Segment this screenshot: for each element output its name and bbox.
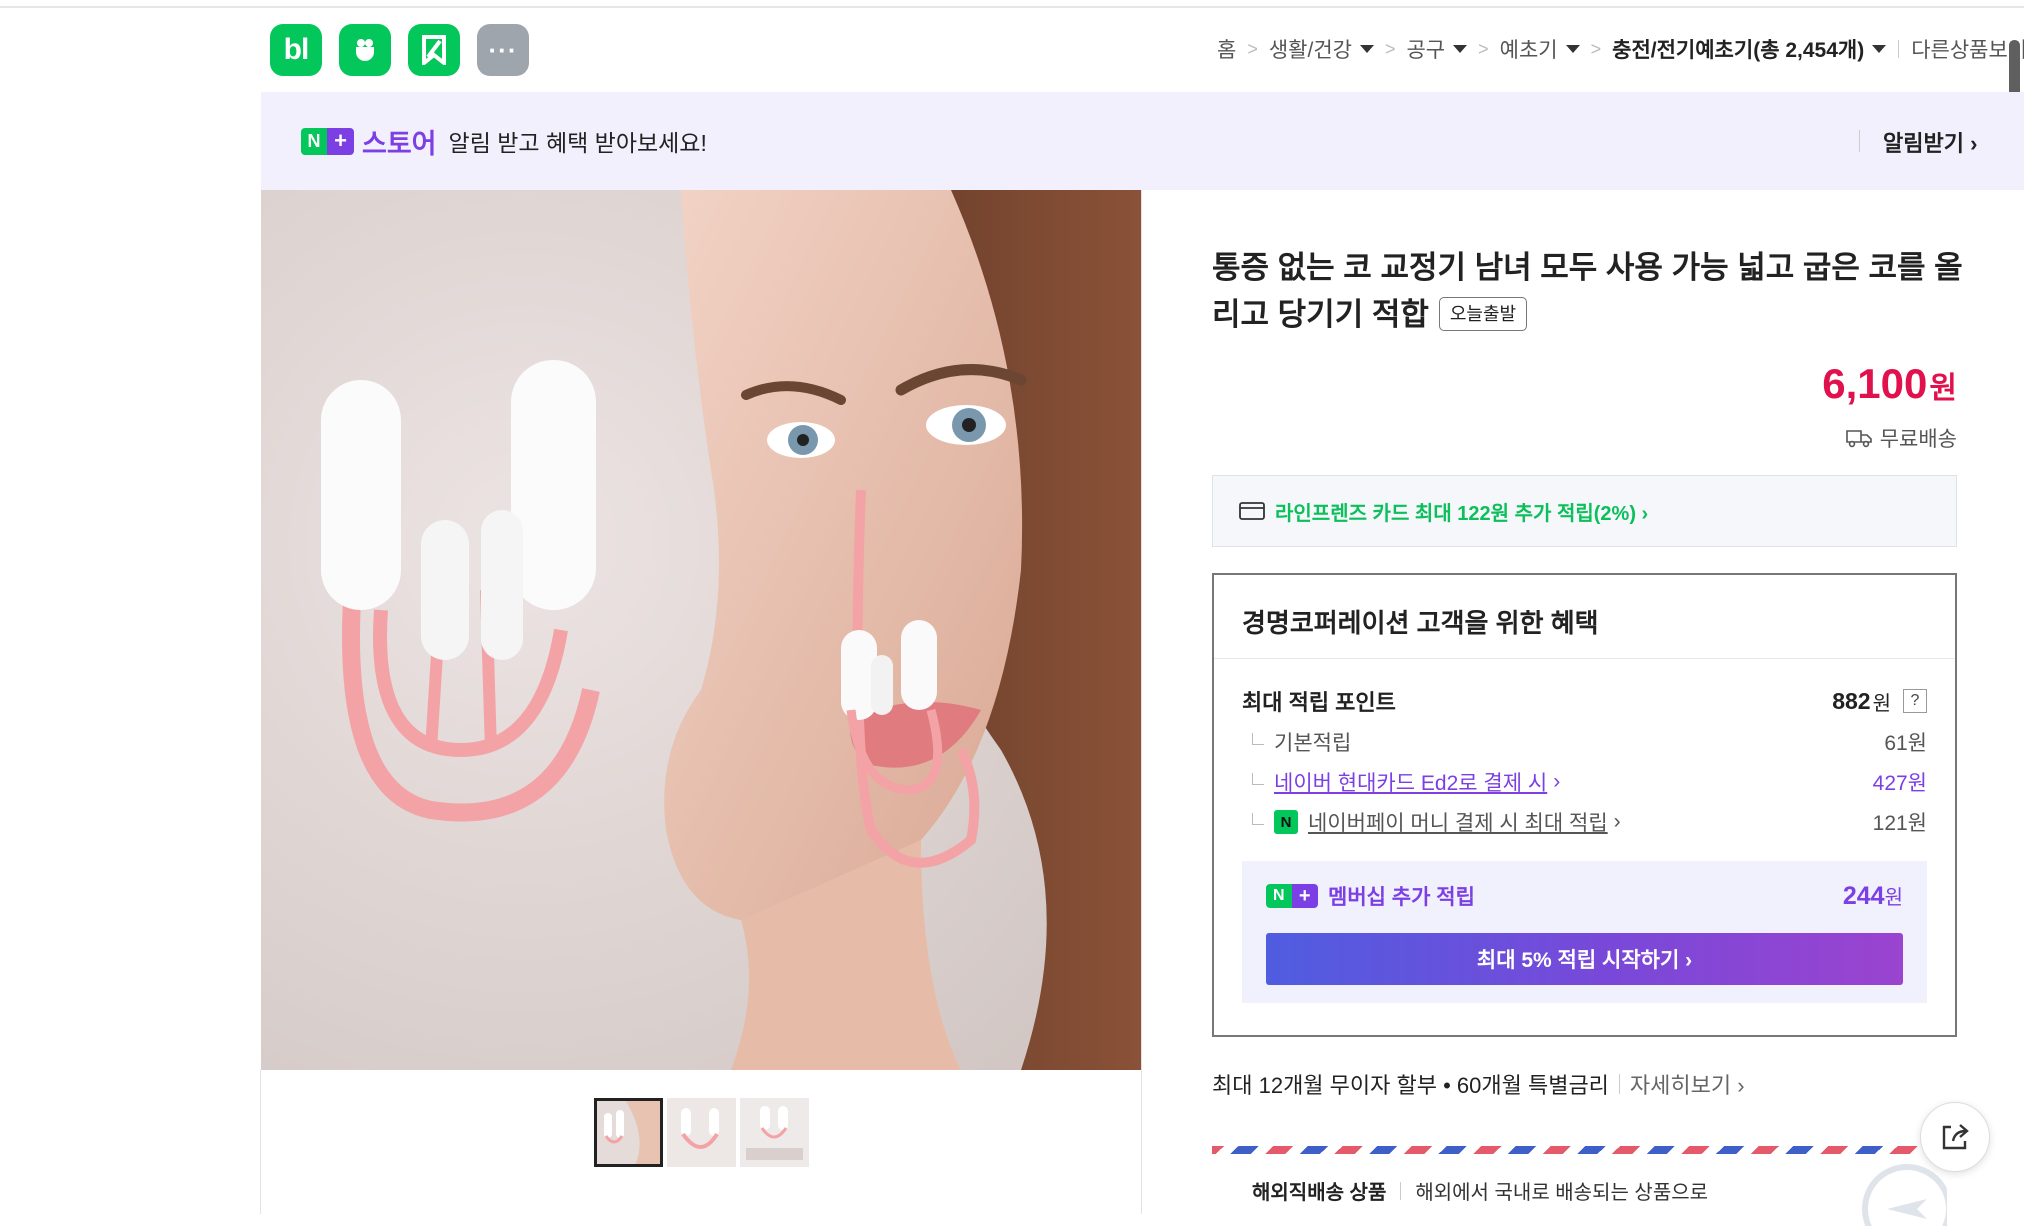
breadcrumb-divider — [1898, 40, 1900, 58]
caret-down-icon[interactable] — [1565, 45, 1580, 53]
left-panel-border — [260, 1070, 261, 1214]
breadcrumb-category-3[interactable]: 예초기 — [1500, 34, 1558, 64]
browser-top-edge — [0, 0, 2024, 8]
share-icon — [1942, 1124, 1969, 1150]
product-title-text: 통증 없는 코 교정기 남녀 모두 사용 가능 넓고 굽은 코를 올리고 당기기… — [1212, 250, 1963, 332]
nplus-membership-logo: N + — [1266, 884, 1318, 908]
overseas-description: 해외에서 국내로 배송되는 상품으로 — [1415, 1182, 1709, 1204]
benefit-heading: 경명코퍼레이션 고객을 위한 혜택 — [1214, 575, 1955, 659]
npay-money-link[interactable]: 네이버페이 머니 결제 시 최대 적립 — [1308, 807, 1608, 837]
card-icon — [1239, 502, 1265, 520]
banner-divider — [1859, 130, 1860, 152]
breadcrumb-separator: > — [1384, 38, 1396, 59]
nplus-n: N — [1266, 884, 1292, 908]
membership-value: 244 — [1842, 882, 1885, 910]
caret-down-icon[interactable] — [1359, 45, 1374, 53]
subscribe-alert-button[interactable]: 알림받기 › — [1883, 126, 1977, 158]
product-thumbnails — [594, 1098, 809, 1167]
tree-elbow — [1252, 733, 1264, 745]
installment-detail-link[interactable]: 자세히보기 › — [1630, 1068, 1745, 1100]
shipping-text: 무료배송 — [1879, 428, 1957, 451]
bookmark-icon[interactable] — [408, 24, 460, 76]
membership-panel: N + 멤버십 추가 적립 244원 최대 5% 적립 시작하기 › — [1242, 861, 1927, 1003]
breadcrumb-separator: > — [1478, 38, 1489, 59]
npay-money-row: N 네이버페이 머니 결제 시 최대 적립 › 121원 — [1242, 807, 1927, 837]
membership-amount: 244원 — [1843, 881, 1903, 911]
caret-down-icon[interactable] — [1872, 45, 1887, 53]
blog-icon-label: bl — [283, 33, 310, 66]
product-main-image[interactable] — [261, 190, 1142, 1070]
chevron-right-icon: › — [1613, 810, 1621, 833]
blog-icon[interactable]: bl — [270, 24, 322, 76]
overseas-label: 해외직배송 상품 — [1252, 1182, 1387, 1204]
airmail-stamp-icon — [1862, 1164, 1947, 1226]
nplus-plus: + — [1291, 884, 1318, 908]
product-photo — [261, 190, 1142, 1070]
breadcrumb-separator: > — [1590, 38, 1602, 59]
max-points-label: 최대 적립 포인트 — [1242, 690, 1396, 715]
nplus-n: N — [301, 127, 327, 155]
max-points-row: 최대 적립 포인트 882 원 ? — [1242, 685, 1927, 717]
card-promo-text: 라인프렌즈 카드 최대 122원 추가 적립(2%) › — [1275, 502, 1649, 525]
hyundai-card-value: 427원 — [1872, 772, 1927, 795]
help-button[interactable]: ? — [1903, 689, 1927, 713]
max-points-unit: 원 — [1872, 692, 1891, 715]
store-logo-text: 스토어 — [362, 128, 437, 159]
thumbnail-3[interactable] — [740, 1098, 809, 1167]
hyundai-card-link[interactable]: 네이버 현대카드 Ed2로 결제 시 — [1274, 767, 1547, 797]
more-services-label: ··· — [488, 34, 518, 65]
npay-money-value: 121원 — [1872, 812, 1927, 835]
shipping-info: 무료배송 — [1845, 423, 1957, 453]
basic-points-label: 기본적립 — [1274, 732, 1352, 755]
tree-elbow — [1252, 813, 1264, 825]
product-price: 6,100원 — [1822, 360, 1957, 408]
breadcrumb-home[interactable]: 홈 — [1217, 34, 1236, 64]
hyundai-card-row: 네이버 현대카드 Ed2로 결제 시 › 427원 — [1242, 767, 1927, 797]
thumbnail-1[interactable] — [594, 1098, 663, 1167]
overseas-divider — [1400, 1181, 1402, 1200]
today-dispatch-badge: 오늘출발 — [1438, 296, 1528, 331]
breadcrumb-category-4[interactable]: 충전/전기예초기(총 2,454개) — [1612, 34, 1864, 64]
breadcrumb-category-2[interactable]: 공구 — [1406, 34, 1445, 64]
card-promo-box[interactable]: 라인프렌즈 카드 최대 122원 추가 적립(2%) › — [1212, 475, 1957, 547]
other-products-link[interactable]: 다른상품보기 — [1911, 34, 2024, 64]
caret-down-icon[interactable] — [1453, 45, 1468, 53]
basic-points-row: 기본적립 61원 — [1242, 727, 1927, 757]
cafe-icon[interactable] — [339, 24, 391, 76]
breadcrumb: 홈 > 생활/건강 > 공구 > 예초기 > 충전/전기예초기(총 2,454개… — [1217, 34, 2024, 64]
membership-start-button[interactable]: 최대 5% 적립 시작하기 › — [1266, 933, 1903, 985]
installment-info: 최대 12개월 무이자 할부 • 60개월 특별금리 자세히보기 › — [1212, 1068, 1745, 1100]
price-value: 6,100 — [1822, 360, 1928, 407]
image-panel-border — [1141, 190, 1142, 1214]
membership-label: 멤버십 추가 적립 — [1328, 886, 1475, 909]
tree-elbow — [1252, 773, 1264, 785]
nplus-store-logo: N + — [301, 127, 354, 155]
chevron-right-icon: › — [1553, 770, 1561, 793]
nplus-plus: + — [327, 127, 354, 155]
price-currency: 원 — [1929, 372, 1957, 405]
basic-points-value: 61원 — [1884, 732, 1927, 755]
overseas-shipping-notice: 해외직배송 상품 해외에서 국내로 배송되는 상품으로 — [1212, 1146, 1957, 1226]
breadcrumb-category-1[interactable]: 생활/건강 — [1269, 34, 1352, 64]
max-points-value: 882 — [1832, 687, 1871, 714]
share-button[interactable] — [1920, 1102, 1990, 1172]
npay-icon: N — [1274, 810, 1298, 834]
truck-icon — [1845, 430, 1872, 448]
benefit-box: 경명코퍼레이션 고객을 위한 혜택 최대 적립 포인트 882 원 ? 기본적립 … — [1212, 573, 1957, 1037]
thumbnail-2[interactable] — [667, 1098, 736, 1167]
banner-message: 알림 받고 혜택 받아보세요! — [448, 130, 707, 156]
product-title: 통증 없는 코 교정기 남녀 모두 사용 가능 넓고 굽은 코를 올리고 당기기… — [1212, 244, 1972, 338]
more-services-icon[interactable]: ··· — [477, 24, 529, 76]
installment-divider — [1618, 1074, 1620, 1094]
installment-text: 최대 12개월 무이자 할부 • 60개월 특별금리 — [1212, 1073, 1609, 1098]
store-alert-banner: N + 스토어 알림 받고 혜택 받아보세요! 알림받기 › — [261, 92, 2024, 190]
breadcrumb-separator: > — [1247, 38, 1258, 59]
membership-unit: 원 — [1884, 887, 1903, 909]
